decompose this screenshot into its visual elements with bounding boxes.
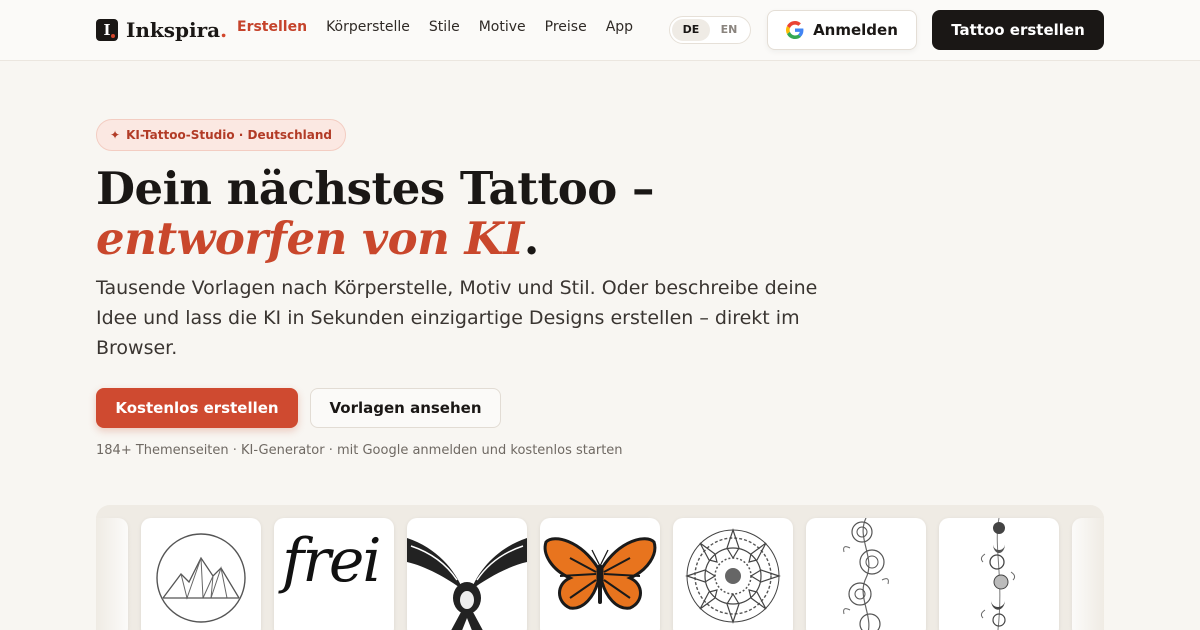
mountain-circle-icon — [156, 533, 246, 623]
brand-name: Inkspira — [126, 18, 221, 42]
tattoo-create-button[interactable]: Tattoo erstellen — [932, 10, 1104, 50]
gallery-card-moons[interactable] — [939, 518, 1059, 630]
lang-en-button[interactable]: EN — [710, 19, 748, 41]
main-nav: Erstellen Körperstelle Stile Motive Prei… — [237, 19, 633, 35]
swallow-icon — [407, 538, 527, 630]
gallery-card-butterfly[interactable] — [540, 518, 660, 630]
moon-phases-icon — [980, 518, 1016, 630]
nav-motive[interactable]: Motive — [479, 19, 526, 35]
brand-logo[interactable]: I Inkspira. — [96, 17, 227, 43]
monarch-butterfly-icon — [543, 537, 657, 610]
brand-dot: . — [220, 18, 228, 42]
gallery-card-mandala[interactable] — [673, 518, 793, 630]
nav-erstellen[interactable]: Erstellen — [237, 19, 307, 35]
site-header: I Inkspira. Erstellen Körperstelle Stile… — [0, 0, 1200, 61]
hero-title-period: . — [523, 212, 540, 265]
nav-app[interactable]: App — [606, 19, 633, 35]
mandala-icon — [685, 528, 781, 624]
studio-badge: ✦ KI-Tattoo-Studio · Deutschland — [96, 119, 347, 151]
hero-title: Dein nächstes Tattoo – entworfen von KI. — [96, 164, 796, 264]
google-icon — [786, 21, 804, 39]
login-label: Anmelden — [813, 21, 898, 39]
browse-templates-button[interactable]: Vorlagen ansehen — [310, 388, 501, 428]
badge-label: KI-Tattoo-Studio · Deutschland — [126, 128, 333, 142]
hero-title-line1: Dein nächstes Tattoo – — [96, 162, 654, 215]
gallery-card-swallow[interactable] — [407, 518, 527, 630]
gallery-card-floral[interactable] — [806, 518, 926, 630]
logo-mark-icon: I — [96, 19, 118, 41]
start-free-button[interactable]: Kostenlos erstellen — [96, 388, 298, 428]
google-login-button[interactable]: Anmelden — [767, 10, 917, 50]
gallery-card-mountain[interactable] — [141, 518, 261, 630]
nav-stile[interactable]: Stile — [429, 19, 460, 35]
nav-preise[interactable]: Preise — [545, 19, 587, 35]
gallery-fade-left — [96, 505, 136, 630]
gallery-card-script[interactable]: frei — [274, 518, 394, 630]
hero-note: 184+ Themenseiten · KI-Generator · mit G… — [96, 443, 623, 458]
tattoo-gallery: frei — [96, 505, 1104, 630]
language-switch: DE EN — [669, 16, 751, 44]
hero-title-accent: entworfen von KI — [96, 212, 524, 265]
lang-de-button[interactable]: DE — [672, 19, 710, 41]
script-word-text: frei — [282, 526, 382, 596]
logo-letter: I — [103, 21, 111, 39]
floral-vine-icon — [843, 518, 889, 630]
sparkle-icon: ✦ — [110, 128, 121, 142]
hero-lead: Tausende Vorlagen nach Körperstelle, Mot… — [96, 277, 818, 359]
gallery-fade-right — [1064, 505, 1104, 630]
nav-koerperstelle[interactable]: Körperstelle — [326, 19, 410, 35]
